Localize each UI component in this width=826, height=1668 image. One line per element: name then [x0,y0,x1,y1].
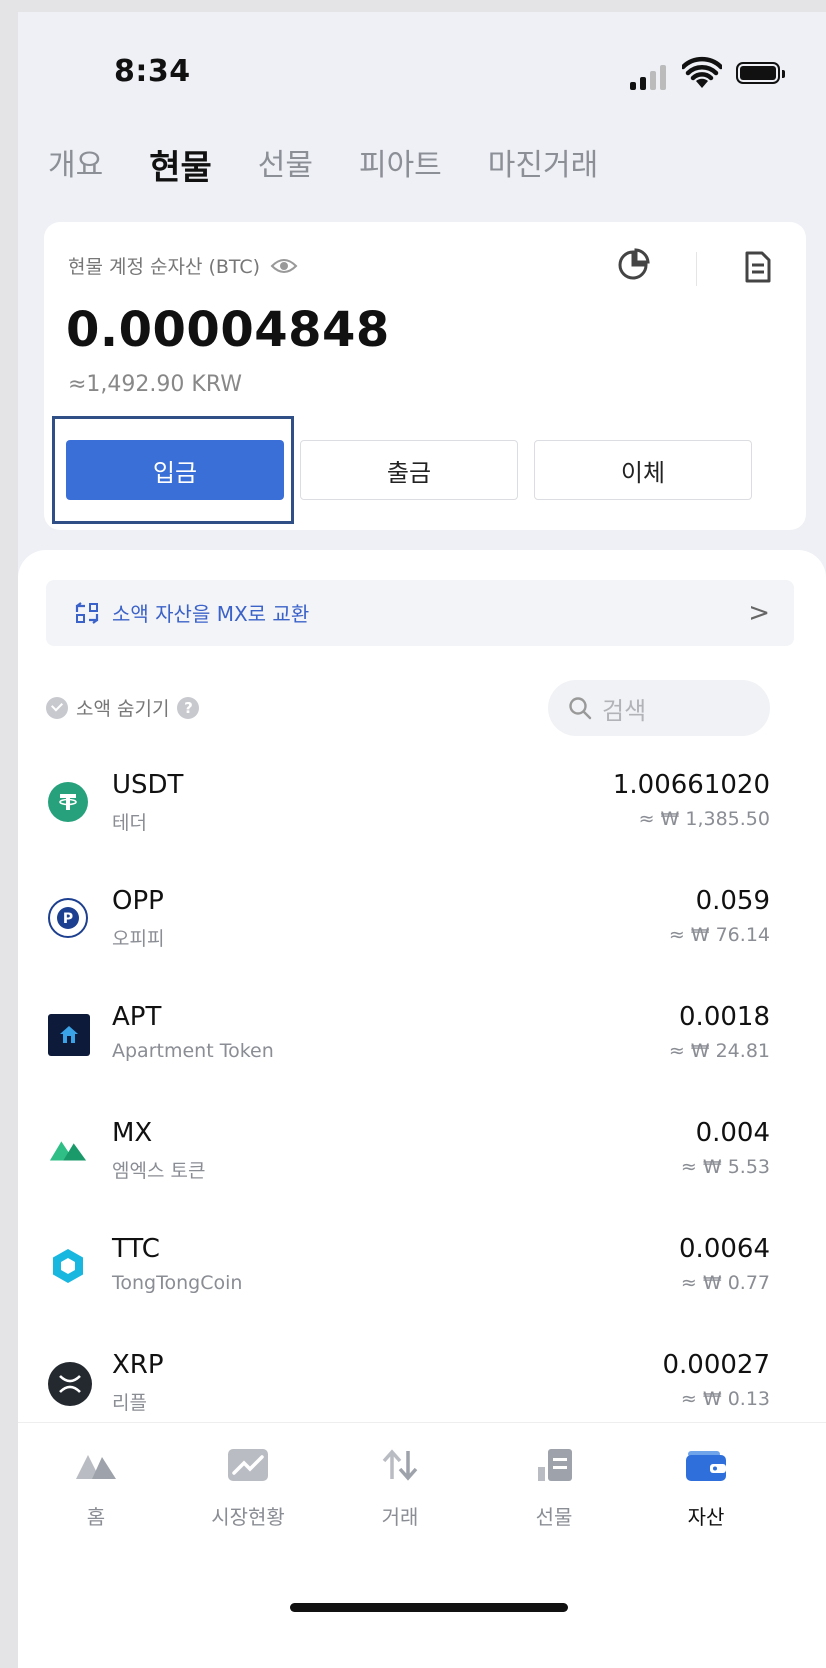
asset-name: 리플 [112,1392,147,1414]
tab-futures[interactable]: 선물 [258,140,313,189]
cellular-signal-icon [630,62,670,90]
asset-amount: 0.059 [695,886,770,916]
asset-amount: 1.00661020 [612,770,770,800]
checkbox-icon[interactable] [46,696,68,719]
market-icon [228,1449,268,1481]
home-icon [76,1455,116,1479]
phone-screen: 8:34 개요 현물 선물 피아트 마진거래 현물 계정 순자산 (BTC) 0… [18,12,826,1668]
search-icon [569,697,592,720]
pie-chart-icon[interactable] [616,248,650,282]
status-time: 8:34 [114,54,191,89]
tab-spot[interactable]: 현물 [149,140,212,189]
bottom-navigation: 홈 시장현황 거래 선물 자산 [18,1422,826,1668]
asset-symbol: TTC [112,1234,160,1264]
tether-icon [48,782,88,822]
asset-amount: 0.0064 [679,1234,770,1264]
battery-icon [736,62,785,84]
nav-home[interactable]: 홈 [26,1447,166,1530]
search-placeholder: 검색 [602,696,647,725]
asset-fiat-value: ≈ ₩ 1,385.50 [638,808,770,830]
eye-icon[interactable] [270,257,298,275]
wallet-icon [686,1451,726,1481]
nav-label: 시장현황 [211,1505,285,1529]
nav-assets[interactable]: 자산 [636,1447,776,1530]
asset-amount: 0.0018 [679,1002,770,1032]
asset-row-usdt[interactable]: USDT 테더 1.00661020 ≈ ₩ 1,385.50 [18,768,826,884]
btc-balance: 0.00004848 [66,302,390,358]
home-indicator [290,1603,568,1612]
withdraw-button[interactable]: 출금 [300,440,518,500]
nav-label: 선물 [535,1505,573,1529]
asset-name: TongTongCoin [112,1272,243,1294]
tab-fiat[interactable]: 피아트 [359,140,442,189]
tab-margin[interactable]: 마진거래 [488,140,598,189]
asset-fiat-value: ≈ ₩ 0.77 [680,1272,770,1294]
futures-icon [538,1449,572,1481]
ttc-icon [48,1246,88,1286]
asset-name: 테더 [112,812,147,834]
help-icon[interactable]: ? [177,696,200,719]
opp-icon: P [48,898,88,938]
asset-name: 오피피 [112,928,165,950]
asset-amount: 0.004 [695,1118,770,1148]
convert-small-assets-banner[interactable]: 소액 자산을 MX로 교환 > [46,580,794,646]
asset-symbol: XRP [112,1350,164,1380]
asset-type-tabs: 개요 현물 선물 피아트 마진거래 [48,140,644,189]
asset-symbol: MX [112,1118,153,1148]
nav-label: 홈 [86,1505,106,1529]
nav-futures[interactable]: 선물 [484,1447,624,1530]
asset-symbol: APT [112,1002,162,1032]
trade-icon [382,1449,418,1481]
asset-list-sheet: 소액 자산을 MX로 교환 > 소액 숨기기 ? 검색 USDT 테더 1.00… [18,550,826,1550]
nav-label: 자산 [687,1505,725,1529]
account-label-row: 현물 계정 순자산 (BTC) [68,252,298,279]
convert-banner-text: 소액 자산을 MX로 교환 [112,602,310,626]
chevron-right-icon: > [748,598,770,628]
asset-fiat-value: ≈ ₩ 24.81 [668,1040,770,1062]
asset-symbol: OPP [112,886,164,916]
hide-small-assets-toggle[interactable]: 소액 숨기기 ? [46,694,200,721]
asset-row-opp[interactable]: P OPP 오피피 0.059 ≈ ₩ 76.14 [18,884,826,1000]
nav-trade[interactable]: 거래 [330,1447,470,1530]
convert-icon [75,602,99,624]
asset-name: Apartment Token [112,1040,274,1062]
svg-text:P: P [63,911,73,927]
xrp-icon [48,1362,92,1406]
document-icon[interactable] [744,250,772,284]
tab-overview[interactable]: 개요 [48,140,103,189]
asset-row-apt[interactable]: APT Apartment Token 0.0018 ≈ ₩ 24.81 [18,1000,826,1116]
asset-name: 엠엑스 토큰 [112,1160,206,1182]
asset-amount: 0.00027 [662,1350,770,1380]
asset-fiat-value: ≈ ₩ 76.14 [668,924,770,946]
transfer-button[interactable]: 이체 [534,440,752,500]
nav-market[interactable]: 시장현황 [178,1447,318,1530]
asset-row-mx[interactable]: MX 엠엑스 토큰 0.004 ≈ ₩ 5.53 [18,1116,826,1232]
status-bar: 8:34 [18,12,826,122]
mx-icon [48,1130,88,1170]
divider [696,252,697,286]
apt-icon [48,1014,90,1056]
asset-row-ttc[interactable]: TTC TongTongCoin 0.0064 ≈ ₩ 0.77 [18,1232,826,1348]
asset-fiat-value: ≈ ₩ 5.53 [680,1156,770,1178]
account-label: 현물 계정 순자산 (BTC) [68,256,261,278]
asset-symbol: USDT [112,770,184,800]
search-input[interactable]: 검색 [548,680,770,736]
krw-equivalent: ≈1,492.90 KRW [68,372,242,397]
hide-small-label: 소액 숨기기 [76,698,170,720]
nav-label: 거래 [381,1505,419,1529]
asset-fiat-value: ≈ ₩ 0.13 [680,1388,770,1410]
deposit-highlight-box [52,416,294,524]
wifi-icon [682,56,722,88]
